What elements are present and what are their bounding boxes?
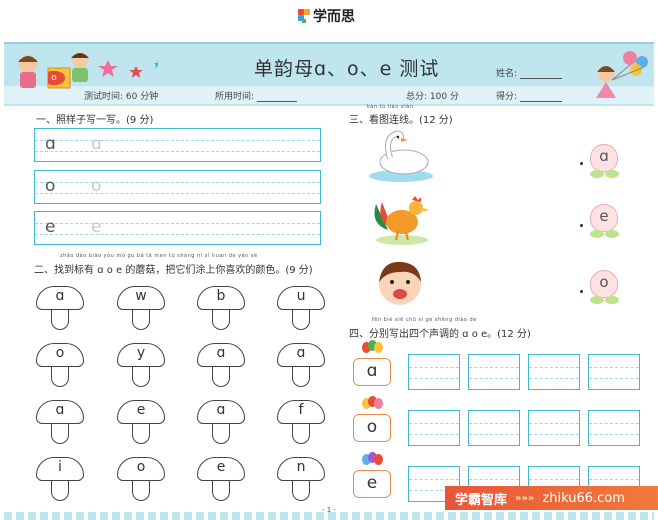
- mushroom[interactable]: e: [117, 400, 165, 448]
- connect-dot[interactable]: [580, 162, 583, 165]
- name-label: 姓名:: [496, 69, 518, 79]
- tone-letter-box: ɑ: [353, 358, 391, 386]
- score-field[interactable]: 得分:: [496, 89, 562, 102]
- used-time-blank[interactable]: [256, 92, 297, 102]
- test-time: 测试时间: 60 分钟: [84, 92, 159, 102]
- mushroom-letter: ɑ: [216, 402, 226, 418]
- peach-letter: e: [599, 207, 609, 225]
- mushroom-letter: ɑ: [296, 345, 306, 361]
- total-score: 总分: 100 分: [406, 92, 459, 102]
- mushroom[interactable]: u: [277, 286, 325, 334]
- section3-pinyin: kàn tú lián xiàn: [367, 104, 414, 110]
- mushroom[interactable]: ɑ: [36, 286, 84, 334]
- goose-icon[interactable]: [368, 128, 434, 186]
- mushroom-letter: y: [136, 345, 146, 361]
- peach-e[interactable]: e: [588, 204, 620, 240]
- mushroom-letter: i: [58, 459, 62, 475]
- trace-letter: e: [91, 217, 102, 237]
- bottom-border: [4, 512, 654, 520]
- trace-letter: ɑ: [91, 134, 102, 154]
- mushroom-letter: n: [296, 459, 306, 475]
- name-blank[interactable]: [519, 69, 562, 79]
- sample-letter: ɑ: [45, 134, 56, 154]
- section1-title: 一、照样子写一写。(9 分): [36, 115, 154, 126]
- tone-write-box[interactable]: [528, 354, 580, 390]
- tone-write-box[interactable]: [468, 410, 520, 446]
- watermark-banner: 学霸智库 »»» zhiku66.com: [445, 486, 658, 510]
- section2-title: 二、找到标有 ɑ o e 的蘑菇，把它们涂上你喜欢的颜色。(9 分): [34, 265, 313, 276]
- mushroom-letter: u: [296, 288, 306, 304]
- mushroom-letter: o: [136, 459, 146, 475]
- peach-letter: o: [599, 273, 609, 291]
- mushroom[interactable]: i: [36, 457, 84, 505]
- mushroom-letter: f: [298, 402, 304, 418]
- mushroom-letter: e: [216, 459, 226, 475]
- tone-write-box[interactable]: [408, 354, 460, 390]
- sample-letter: e: [45, 217, 56, 237]
- used-time-field[interactable]: 所用时间:: [215, 89, 297, 102]
- tone-write-box[interactable]: [468, 354, 520, 390]
- name-field[interactable]: 姓名:: [496, 66, 562, 79]
- writing-row-e[interactable]: e e: [34, 211, 321, 245]
- mushroom-letter: o: [55, 345, 65, 361]
- header-badge: o: [48, 71, 60, 85]
- child-face-icon[interactable]: [376, 258, 424, 308]
- peach-letter: ɑ: [599, 147, 609, 165]
- tone-write-box[interactable]: [588, 354, 640, 390]
- logo-text: 学而思: [313, 9, 355, 25]
- mushroom[interactable]: y: [117, 343, 165, 391]
- mushroom[interactable]: o: [117, 457, 165, 505]
- mushroom-letter: w: [135, 288, 147, 304]
- tone-write-box[interactable]: [408, 410, 460, 446]
- section3-title: 三、看图连线。(12 分): [349, 115, 453, 126]
- connect-dot[interactable]: [580, 224, 583, 227]
- rooster-icon[interactable]: [368, 194, 434, 248]
- tone-write-box[interactable]: [528, 410, 580, 446]
- mushroom[interactable]: ɑ: [36, 400, 84, 448]
- section2-pinyin: zhǎo dào biāo yǒu mó gu bǎ tā men tú shà…: [60, 253, 258, 259]
- mushroom[interactable]: f: [277, 400, 325, 448]
- writing-row-o[interactable]: o o: [34, 170, 321, 204]
- mushroom[interactable]: ɑ: [197, 343, 245, 391]
- section4-pinyin: fēn bié xiě chū sì gè shēng diào de: [372, 317, 477, 323]
- mushroom[interactable]: o: [36, 343, 84, 391]
- tone-write-box[interactable]: [588, 410, 640, 446]
- trace-letter: o: [91, 176, 102, 196]
- watermark-site: zhiku66.com: [542, 490, 625, 506]
- section4-title: 四、分别写出四个声调的 ɑ o e。(12 分): [349, 329, 531, 340]
- mushroom-letter: b: [216, 288, 226, 304]
- mushroom[interactable]: w: [117, 286, 165, 334]
- mushroom-letter: e: [136, 402, 146, 418]
- mushroom-letter: ɑ: [55, 288, 65, 304]
- mushroom-letter: ɑ: [55, 402, 65, 418]
- score-blank[interactable]: [519, 92, 562, 102]
- used-time-label: 所用时间:: [215, 92, 255, 102]
- score-label: 得分:: [496, 92, 518, 102]
- tone-letter-box: o: [353, 414, 391, 442]
- brand-logo: 学而思: [298, 6, 355, 26]
- girl-balloons-icon: [596, 51, 648, 98]
- sample-letter: o: [45, 176, 56, 196]
- arrow-icon: »»»: [515, 492, 535, 504]
- mushroom[interactable]: e: [197, 457, 245, 505]
- watermark-brand: 学霸智库: [455, 492, 508, 508]
- peach-a[interactable]: ɑ: [588, 144, 620, 180]
- peach-o[interactable]: o: [588, 270, 620, 306]
- tone-letter-box: e: [353, 470, 391, 498]
- writing-row-a[interactable]: ɑ ɑ: [34, 128, 321, 162]
- mushroom[interactable]: b: [197, 286, 245, 334]
- logo-icon: [298, 9, 310, 23]
- mushroom[interactable]: ɑ: [197, 400, 245, 448]
- mushroom-letter: ɑ: [216, 345, 226, 361]
- mushroom[interactable]: ɑ: [277, 343, 325, 391]
- mushroom[interactable]: n: [277, 457, 325, 505]
- connect-dot[interactable]: [580, 290, 583, 293]
- page-title: 单韵母ɑ、o、e 测试: [254, 58, 440, 80]
